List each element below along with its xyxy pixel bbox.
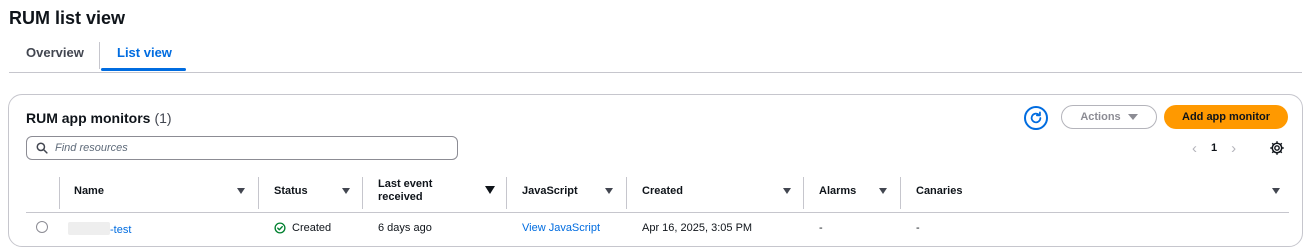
sort-caret-icon[interactable] [342, 188, 350, 194]
column-header-canaries[interactable]: Canaries [916, 185, 962, 198]
resource-count: (1) [154, 110, 172, 126]
app-monitor-name[interactable]: -test [68, 222, 131, 236]
column-separator [626, 177, 627, 209]
tab-bar: Overview List view [9, 40, 1302, 73]
column-header-status[interactable]: Status [274, 185, 308, 198]
column-separator [900, 177, 901, 209]
column-separator [258, 177, 259, 209]
column-separator [803, 177, 804, 209]
search-field[interactable] [26, 136, 458, 160]
table-row[interactable]: -test Created 6 days ago View JavaScript… [9, 214, 1304, 242]
table-header: Name Status Last event received JavaScri… [9, 173, 1304, 213]
header-divider [26, 212, 1289, 213]
created-cell: Apr 16, 2025, 3:05 PM [642, 222, 753, 234]
status-cell: Created [274, 222, 331, 234]
column-separator [59, 177, 60, 209]
status-success-icon [274, 222, 286, 234]
sort-caret-icon[interactable] [1272, 188, 1280, 194]
app-monitors-panel: RUM app monitors (1) Actions Add app moni… [8, 94, 1303, 247]
column-separator [362, 177, 363, 209]
sort-caret-icon[interactable] [783, 188, 791, 194]
sort-caret-icon[interactable] [485, 186, 495, 194]
settings-icon[interactable] [1268, 139, 1286, 157]
search-input[interactable] [55, 142, 435, 154]
tab-divider [99, 42, 100, 69]
column-header-name[interactable]: Name [74, 185, 104, 198]
chevron-left-icon[interactable]: ‹ [1192, 141, 1197, 156]
actions-button-label: Actions [1080, 111, 1121, 123]
caret-down-icon [1127, 114, 1138, 120]
add-app-monitor-button[interactable]: Add app monitor [1164, 105, 1288, 129]
tab-overview[interactable]: Overview [26, 45, 84, 60]
current-page-number[interactable]: 1 [1211, 142, 1217, 154]
alarms-cell: - [819, 222, 823, 234]
app-monitor-name-link[interactable]: -test [110, 224, 131, 236]
active-tab-indicator [101, 68, 186, 71]
sort-caret-icon[interactable] [879, 188, 887, 194]
refresh-button[interactable] [1024, 106, 1048, 130]
row-select-radio[interactable] [36, 221, 48, 233]
refresh-icon [1030, 111, 1042, 124]
pagination: ‹ 1 › [1192, 139, 1236, 157]
tab-list-view[interactable]: List view [117, 45, 172, 60]
panel-title-text: RUM app monitors [26, 110, 151, 126]
last-event-cell: 6 days ago [378, 222, 432, 234]
column-separator [506, 177, 507, 209]
column-header-javascript[interactable]: JavaScript [522, 185, 578, 198]
search-icon [36, 142, 48, 154]
sort-caret-icon[interactable] [237, 188, 245, 194]
actions-button[interactable]: Actions [1061, 105, 1157, 129]
canaries-cell: - [916, 222, 920, 234]
status-text: Created [292, 222, 332, 234]
page-title: RUM list view [9, 8, 126, 28]
redacted-name-prefix [68, 222, 110, 235]
sort-caret-icon[interactable] [605, 188, 613, 194]
column-header-alarms[interactable]: Alarms [819, 185, 856, 198]
chevron-right-icon[interactable]: › [1231, 141, 1236, 156]
column-header-last-event[interactable]: Last event received [378, 178, 448, 204]
column-header-created[interactable]: Created [642, 185, 683, 198]
view-javascript-link[interactable]: View JavaScript [522, 222, 600, 234]
panel-title: RUM app monitors (1) [26, 110, 172, 126]
